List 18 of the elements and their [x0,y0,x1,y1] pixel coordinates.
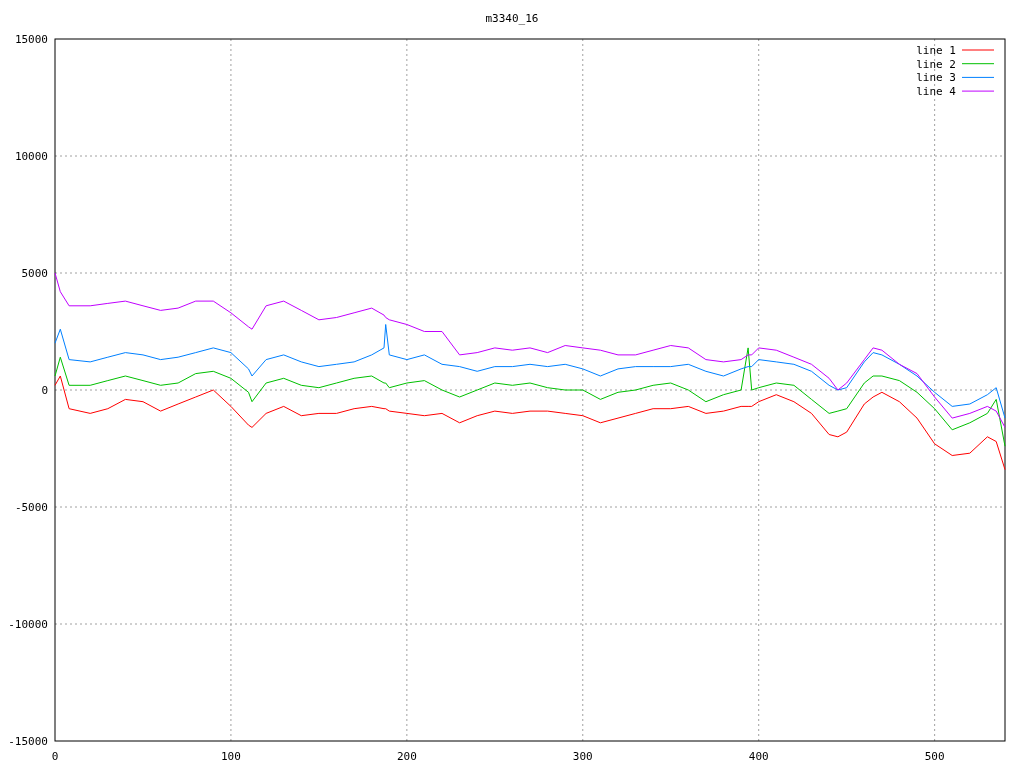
y-tick-label: -15000 [8,735,48,748]
legend-label: line 4 [916,85,956,99]
x-tick-label: 100 [221,750,241,763]
y-tick-label: 0 [41,384,48,397]
y-tick-label: 15000 [14,33,48,46]
legend-label: line 2 [916,57,956,71]
legend-label: line 3 [916,71,956,85]
chart-title: m3340_16 [485,12,539,25]
y-tick-label: 10000 [14,150,48,163]
legend-label: line 1 [916,44,956,57]
x-tick-label: 0 [51,750,59,763]
x-tick-label: 300 [572,750,593,763]
x-tick-label: 200 [396,750,417,763]
y-tick-label: 5000 [21,267,48,280]
x-tick-label: 400 [748,750,769,763]
y-tick-label: -10000 [8,618,48,631]
x-tick-label: 500 [924,750,945,763]
y-tick-label: -5000 [14,501,48,514]
